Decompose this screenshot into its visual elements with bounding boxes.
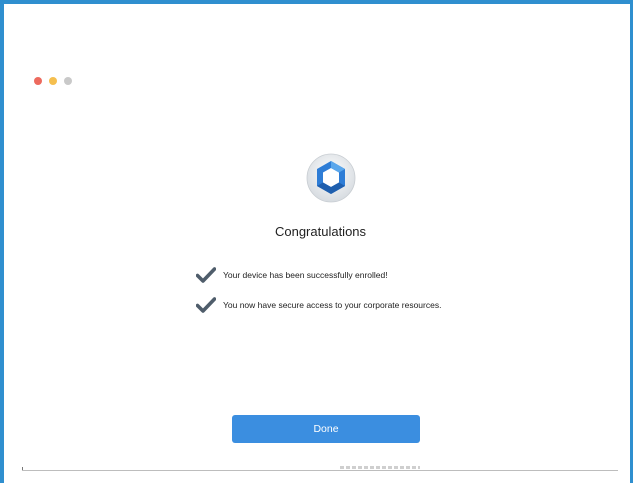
zoom-window-button[interactable] (64, 77, 72, 85)
divider-faint-mark (340, 466, 420, 469)
checkmark-icon (196, 267, 216, 283)
check-item-label: You now have secure access to your corpo… (223, 300, 442, 310)
check-item: You now have secure access to your corpo… (196, 297, 441, 313)
page-title: Congratulations (274, 224, 367, 239)
app-window: Congratulations Your device has been suc… (0, 0, 633, 483)
minimize-window-button[interactable] (49, 77, 57, 85)
divider (22, 470, 618, 471)
close-window-button[interactable] (34, 77, 42, 85)
check-item: Your device has been successfully enroll… (196, 267, 388, 283)
window-controls (34, 77, 72, 85)
checkmark-icon (196, 297, 216, 313)
done-button[interactable]: Done (232, 415, 420, 443)
check-item-label: Your device has been successfully enroll… (223, 270, 388, 280)
app-logo-icon (306, 153, 356, 203)
